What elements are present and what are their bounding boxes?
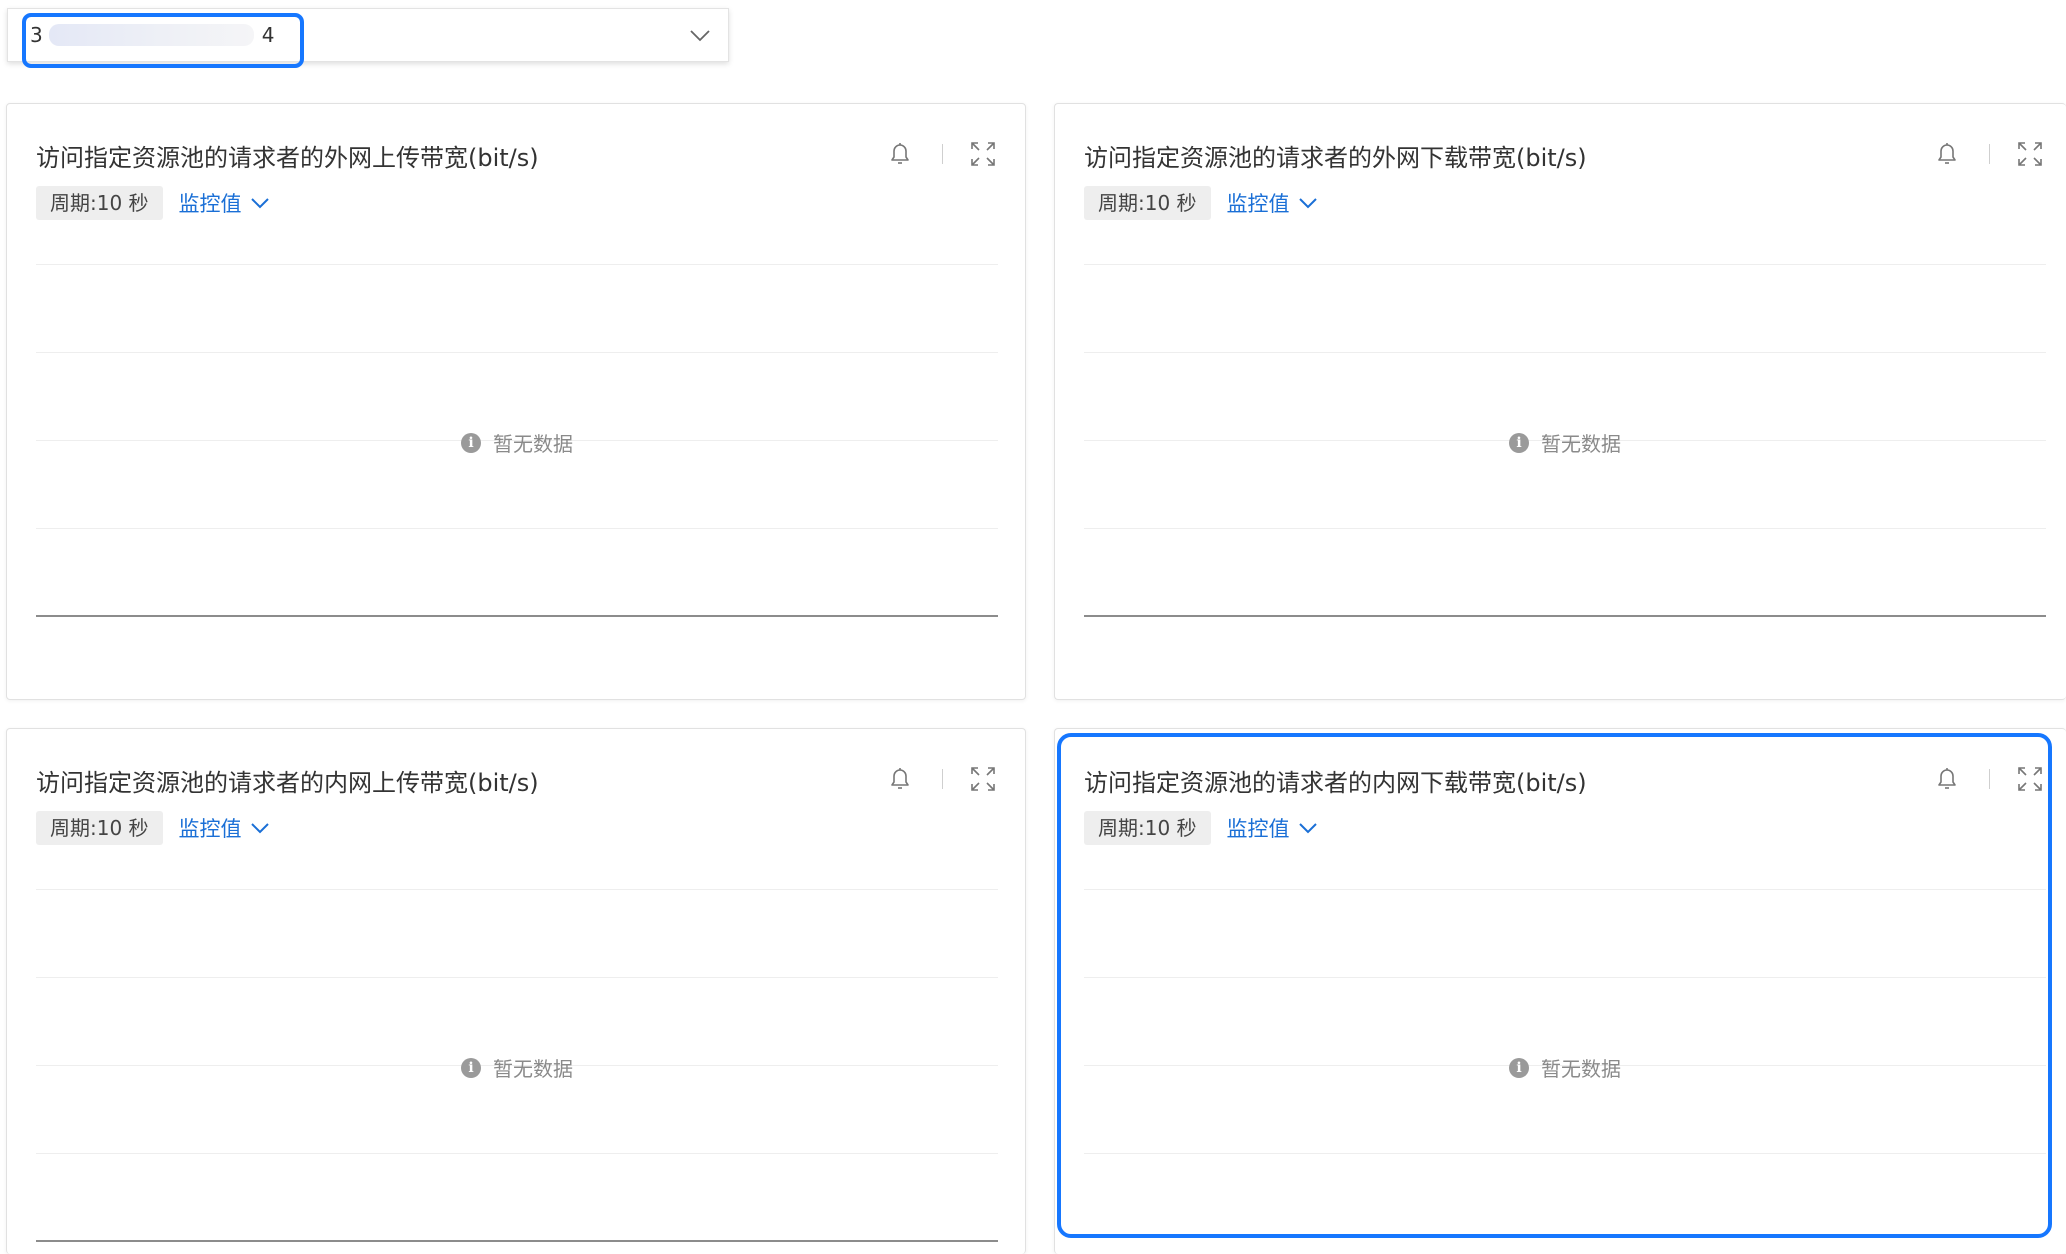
icon-divider [942,144,943,164]
bell-icon[interactable] [1933,140,1961,168]
period-tag: 周期:10 秒 [1084,811,1211,845]
icon-divider [1989,769,1990,789]
redacted-mask [48,24,254,46]
info-icon: i [461,432,481,453]
expand-icon[interactable] [969,765,997,793]
chevron-down-icon [250,198,269,209]
gridline [36,1153,998,1154]
info-icon: i [1509,432,1529,453]
metric-select-label: 监控值 [1226,817,1290,841]
chart-panel-private-upload: 访问指定资源池的请求者的内网上传带宽(bit/s) 周期:10 秒 监控值 i … [6,728,1026,1254]
gridline [1084,1153,2046,1154]
gridline [36,528,998,529]
info-icon: i [461,1057,481,1078]
gridline [1084,352,2046,353]
gridline [1084,889,2046,890]
chevron-down-icon [250,823,269,834]
empty-state-text: 暂无数据 [493,432,573,456]
metric-select-label: 监控值 [1226,192,1290,216]
axis-baseline [36,615,998,617]
metric-select[interactable]: 监控值 [1227,813,1318,843]
gridline [36,264,998,265]
metric-select[interactable]: 监控值 [179,188,270,218]
expand-icon[interactable] [2016,140,2044,168]
metric-select-label: 监控值 [178,817,242,841]
panel-title: 访问指定资源池的请求者的外网上传带宽(bit/s) [36,144,539,172]
chart-panel-private-download: 访问指定资源池的请求者的内网下载带宽(bit/s) 周期:10 秒 监控值 i … [1054,728,2066,1254]
empty-state: i 暂无数据 [36,428,998,457]
panel-actions [1933,765,2044,793]
resource-select[interactable]: 3 4 [7,8,729,62]
metric-select[interactable]: 监控值 [179,813,270,843]
chevron-down-icon [1298,198,1317,209]
empty-state: i 暂无数据 [1084,428,2046,457]
empty-state: i 暂无数据 [1084,1053,2046,1082]
panel-actions [1933,140,2044,168]
chart-area: i 暂无数据 [1084,264,2046,617]
gridline [36,889,998,890]
panel-meta: 周期:10 秒 监控值 [1084,811,1318,845]
gridline [1084,977,2046,978]
period-tag: 周期:10 秒 [36,186,163,220]
period-tag: 周期:10 秒 [36,811,163,845]
metric-select[interactable]: 监控值 [1227,188,1318,218]
empty-state: i 暂无数据 [36,1053,998,1082]
period-tag: 周期:10 秒 [1084,186,1211,220]
panel-meta: 周期:10 秒 监控值 [1084,186,1318,220]
empty-state-text: 暂无数据 [1541,432,1621,456]
panel-meta: 周期:10 秒 监控值 [36,186,270,220]
panel-title: 访问指定资源池的请求者的外网下载带宽(bit/s) [1084,144,1587,172]
panel-actions [886,140,997,168]
bell-icon[interactable] [886,140,914,168]
icon-divider [942,769,943,789]
info-icon: i [1509,1057,1529,1078]
resource-select-value: 3 4 [8,9,274,61]
chart-panel-public-upload: 访问指定资源池的请求者的外网上传带宽(bit/s) 周期:10 秒 监控值 i … [6,103,1026,700]
chevron-down-icon [1298,823,1317,834]
panel-actions [886,765,997,793]
axis-baseline [36,1240,998,1242]
chart-area: i 暂无数据 [36,889,998,1242]
gridline [1084,528,2046,529]
gridline [36,352,998,353]
gridline [36,977,998,978]
expand-icon[interactable] [969,140,997,168]
bell-icon[interactable] [886,765,914,793]
resource-id-prefix: 3 [30,23,43,47]
panel-title: 访问指定资源池的请求者的内网上传带宽(bit/s) [36,769,539,797]
metric-select-label: 监控值 [178,192,242,216]
chart-area: i 暂无数据 [36,264,998,617]
bell-icon[interactable] [1933,765,1961,793]
icon-divider [1989,144,1990,164]
expand-icon[interactable] [2016,765,2044,793]
chart-area: i 暂无数据 [1084,889,2046,1241]
panel-title: 访问指定资源池的请求者的内网下载带宽(bit/s) [1084,769,1587,797]
chevron-down-icon[interactable] [688,23,712,47]
resource-id-suffix: 4 [261,23,275,47]
panel-meta: 周期:10 秒 监控值 [36,811,270,845]
chart-panel-public-download: 访问指定资源池的请求者的外网下载带宽(bit/s) 周期:10 秒 监控值 i … [1054,103,2066,700]
empty-state-text: 暂无数据 [493,1057,573,1081]
empty-state-text: 暂无数据 [1541,1057,1621,1081]
axis-baseline [1084,615,2046,617]
gridline [1084,264,2046,265]
